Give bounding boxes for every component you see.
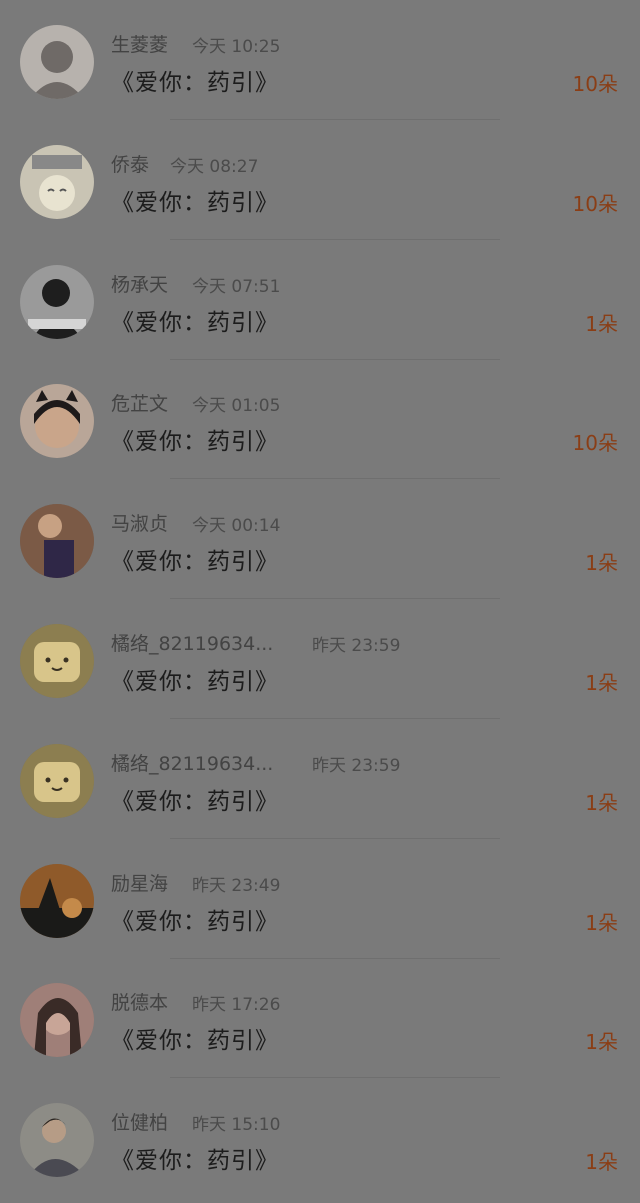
- book-title[interactable]: 《爱你：药引》: [111, 183, 279, 217]
- flower-count: 10朵: [572, 431, 618, 456]
- avatar[interactable]: [20, 1103, 94, 1178]
- list-item[interactable]: 生菱菱 今天 10:25 《爱你：药引》 10朵: [0, 0, 640, 120]
- avatar[interactable]: [20, 504, 94, 579]
- user-name[interactable]: 脱德本: [111, 988, 168, 1015]
- avatar[interactable]: [20, 863, 94, 938]
- man-avatar-icon: [20, 1103, 94, 1178]
- avatar[interactable]: [20, 25, 94, 99]
- timestamp: 昨天 15:10: [192, 1115, 281, 1136]
- user-name[interactable]: 杨承天: [111, 270, 168, 297]
- flower-count: 1朵: [585, 910, 618, 935]
- portrait-avatar-icon: [20, 983, 94, 1058]
- flower-count: 1朵: [585, 671, 618, 695]
- list-item[interactable]: 励星海 昨天 23:49 《爱你：药引》 1朵: [0, 839, 640, 959]
- flower-count: 1朵: [585, 1030, 618, 1055]
- list-item[interactable]: 侨泰 今天 08:27 《爱你：药引》 10朵: [0, 120, 640, 240]
- user-name[interactable]: 位健柏: [111, 1108, 168, 1135]
- timestamp: 昨天 17:26: [192, 995, 281, 1016]
- avatar[interactable]: [20, 743, 94, 818]
- timestamp: 今天 10:25: [192, 37, 281, 57]
- flower-count: 10朵: [572, 72, 618, 96]
- user-name[interactable]: 橘络_82119634...: [111, 629, 273, 656]
- book-title[interactable]: 《爱你：药引》: [111, 1021, 279, 1055]
- book-title[interactable]: 《爱你：药引》: [111, 303, 279, 337]
- timestamp: 昨天 23:49: [192, 875, 281, 896]
- book-title[interactable]: 《爱你：药引》: [111, 782, 279, 816]
- avatar[interactable]: [20, 144, 94, 219]
- timestamp: 今天 00:14: [192, 516, 281, 537]
- avatar[interactable]: [20, 624, 94, 698]
- girl-avatar-icon: [20, 384, 94, 459]
- list-item[interactable]: 橘络_82119634... 昨天 23:59 《爱你：药引》 1朵: [0, 599, 640, 719]
- user-name[interactable]: 侨泰: [111, 150, 149, 177]
- bread-avatar-icon: [20, 624, 94, 698]
- book-title[interactable]: 《爱你：药引》: [111, 422, 279, 456]
- list-item[interactable]: 橘络_82119634... 昨天 23:59 《爱你：药引》 1朵: [0, 719, 640, 839]
- gift-list: 生菱菱 今天 10:25 《爱你：药引》 10朵 侨泰 今天 08:27 《爱你：药引》 10…: [0, 0, 640, 1203]
- list-item[interactable]: 危芷文 今天 01:05 《爱你：药引》 10朵: [0, 359, 640, 480]
- list-item[interactable]: 马淑贞 今天 00:14 《爱你：药引》 1朵: [0, 479, 640, 600]
- bw-avatar-icon: [20, 264, 94, 339]
- book-title[interactable]: 《爱你：药引》: [111, 662, 279, 696]
- flower-count: 10朵: [572, 191, 618, 216]
- timestamp: 今天 07:51: [192, 276, 281, 297]
- sunset-avatar-icon: [20, 863, 94, 938]
- list-item[interactable]: 位健柏 昨天 15:10 《爱你：药引》 1朵: [0, 1078, 640, 1198]
- timestamp: 昨天 23:59: [312, 755, 401, 776]
- timestamp: 今天 01:05: [192, 396, 281, 417]
- bread-avatar-icon: [20, 743, 94, 818]
- user-name[interactable]: 马淑贞: [111, 509, 168, 536]
- avatar[interactable]: [20, 983, 94, 1058]
- photo-avatar-icon: [20, 25, 94, 99]
- list-item[interactable]: 杨承天 今天 07:51 《爱你：药引》 1朵: [0, 240, 640, 360]
- user-name[interactable]: 生菱菱: [111, 30, 168, 57]
- flower-count: 1朵: [585, 551, 618, 576]
- user-name[interactable]: 危芷文: [111, 389, 168, 416]
- flower-count: 1朵: [585, 311, 618, 336]
- timestamp: 昨天 23:59: [312, 636, 401, 656]
- avatar[interactable]: [20, 384, 94, 459]
- book-title[interactable]: 《爱你：药引》: [111, 902, 279, 936]
- cartoon-avatar-icon: [20, 144, 94, 219]
- book-title[interactable]: 《爱你：药引》: [111, 1141, 279, 1175]
- flower-count: 1朵: [585, 790, 618, 815]
- book-title[interactable]: 《爱你：药引》: [111, 542, 279, 576]
- timestamp: 今天 08:27: [170, 156, 259, 177]
- book-title[interactable]: 《爱你：药引》: [111, 63, 279, 97]
- user-name[interactable]: 励星海: [111, 869, 168, 896]
- fist-avatar-icon: [20, 504, 94, 579]
- list-item[interactable]: 脱德本 昨天 17:26 《爱你：药引》 1朵: [0, 958, 640, 1079]
- user-name[interactable]: 橘络_82119634...: [111, 749, 273, 776]
- avatar[interactable]: [20, 264, 94, 339]
- flower-count: 1朵: [585, 1150, 618, 1175]
